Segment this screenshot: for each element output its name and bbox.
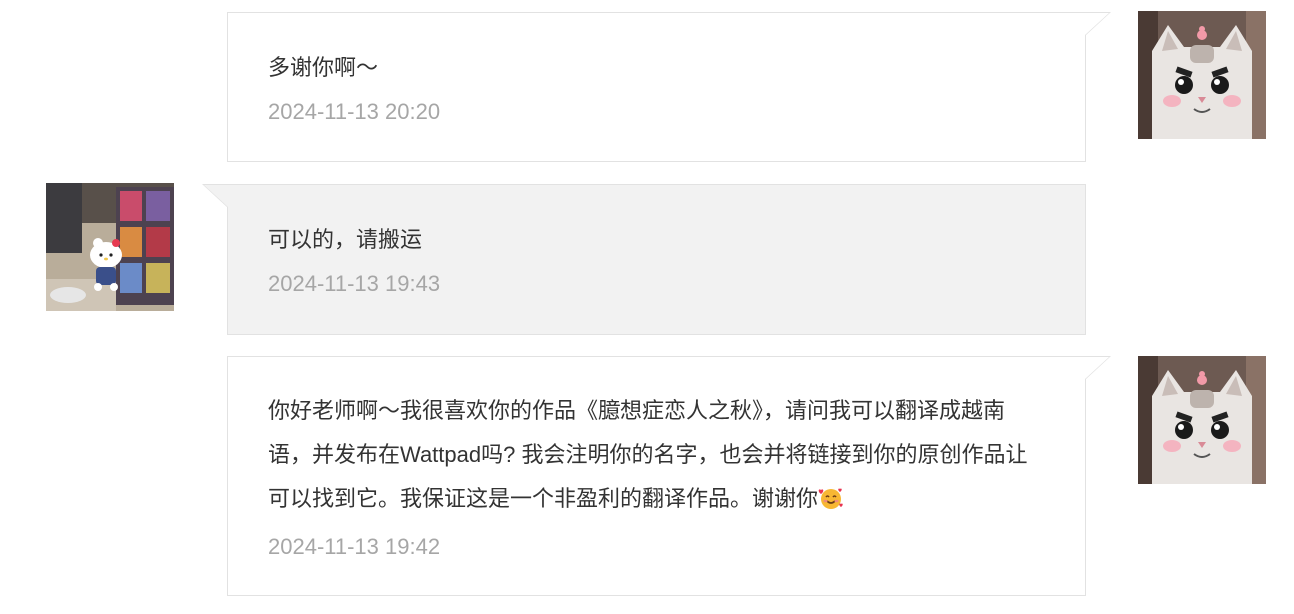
message-text: 可以的，请搬运: [268, 227, 423, 252]
message-bubble-sent: 你好老师啊～我很喜欢你的作品《臆想症恋人之秋》，请问我可以翻译成越南语，并发布在…: [227, 356, 1111, 596]
message-timestamp: 2024-11-13 20:20: [268, 99, 441, 124]
message-text: 多谢你啊～: [268, 55, 379, 80]
message-text: 你好老师啊～我很喜欢你的作品《臆想症恋人之秋》，请问我可以翻译成越南语，并发布在…: [268, 389, 1039, 525]
bubble-tail-fill: [1085, 357, 1109, 379]
message-text-content: 你好老师啊～我很喜欢你的作品《臆想症恋人之秋》，请问我可以翻译成越南语，并发布在…: [268, 398, 1028, 511]
message-bubble-sent: 多谢你啊～ 2024-11-13 20:20: [227, 12, 1111, 162]
cat-avatar-icon[interactable]: [1138, 11, 1266, 139]
message-bubble-received: 可以的，请搬运 2024-11-13 19:43: [202, 184, 1086, 335]
smiling-face-with-hearts-icon: [818, 481, 844, 525]
message-timestamp: 2024-11-13 19:43: [268, 271, 441, 296]
bubble-tail-fill: [1085, 13, 1109, 35]
hello-kitty-avatar-icon[interactable]: [46, 183, 174, 311]
bubble-tail-fill: [204, 185, 228, 207]
cat-avatar-icon[interactable]: [1138, 356, 1266, 484]
message-thread: 多谢你啊～ 2024-11-13 20:20 可以的，请搬运 2024-11-1…: [0, 0, 1294, 614]
message-timestamp: 2024-11-13 19:42: [268, 534, 441, 559]
